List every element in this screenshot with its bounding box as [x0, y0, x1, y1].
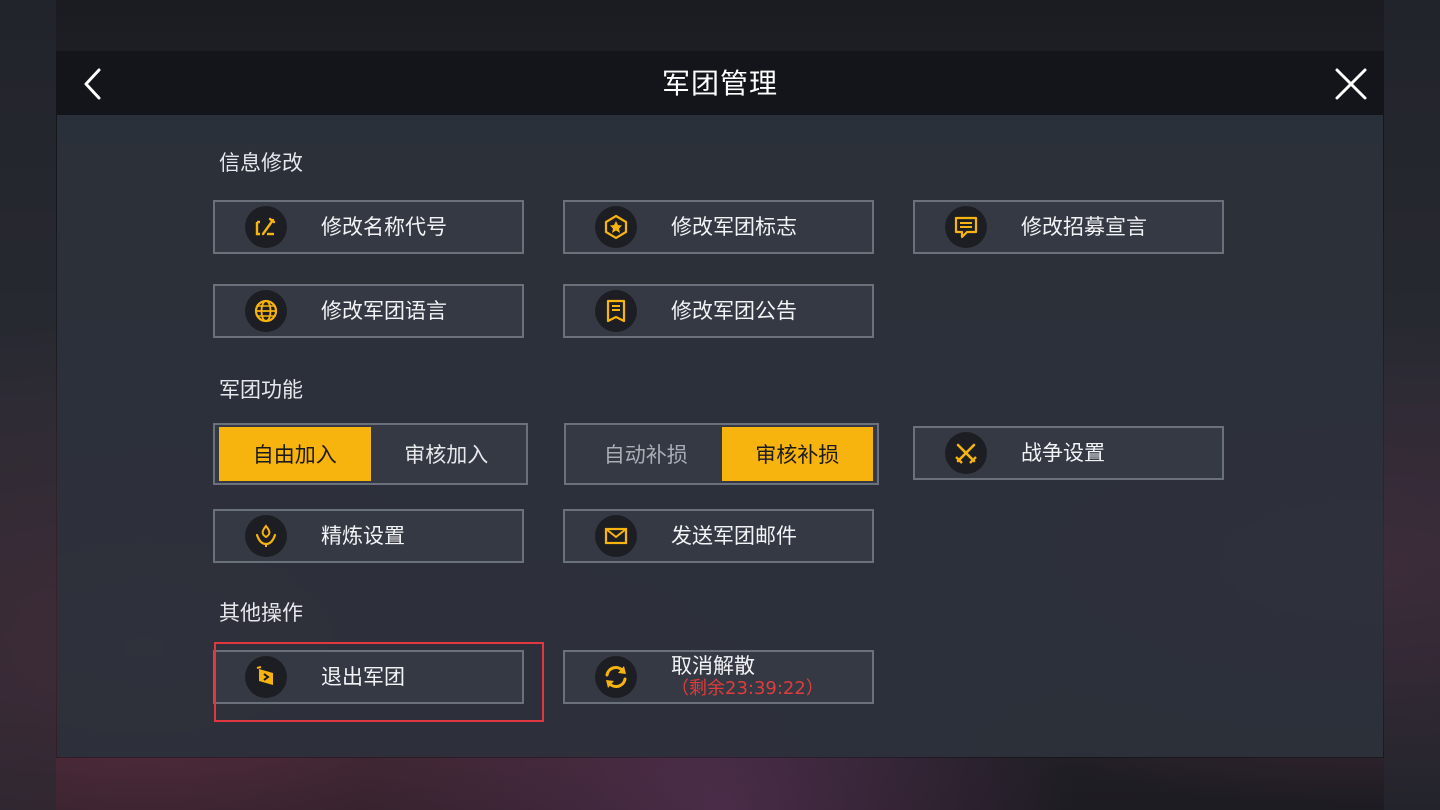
- refine-flame-icon: [245, 515, 287, 557]
- emblem-label: 修改军团标志: [671, 215, 797, 239]
- page-title: 军团管理: [661, 67, 778, 100]
- repair-auto-option[interactable]: 自动补损: [570, 427, 722, 481]
- background-right: [1384, 0, 1440, 810]
- section-label-other: 其他操作: [219, 601, 303, 625]
- repair-mode-toggle: 自动补损 审核补损: [564, 423, 879, 485]
- recruit-button[interactable]: 修改招募宣言: [913, 200, 1224, 254]
- section-label-info: 信息修改: [219, 151, 303, 175]
- refine-settings-button[interactable]: 精炼设置: [213, 509, 524, 563]
- globe-icon: [245, 290, 287, 332]
- war-settings-label: 战争设置: [1021, 441, 1105, 465]
- refresh-icon: [595, 656, 637, 698]
- section-label-functions: 军团功能: [219, 378, 303, 402]
- recruit-label: 修改招募宣言: [1021, 215, 1147, 239]
- notice-label: 修改军团公告: [671, 299, 797, 323]
- join-mode-toggle: 自由加入 审核加入: [213, 423, 528, 485]
- send-mail-label: 发送军团邮件: [671, 524, 797, 548]
- edit-icon: [245, 206, 287, 248]
- notice-board-icon: [595, 290, 637, 332]
- notice-button[interactable]: 修改军团公告: [563, 284, 874, 338]
- join-review-option[interactable]: 审核加入: [371, 427, 523, 481]
- close-button[interactable]: [1333, 66, 1369, 102]
- message-icon: [945, 206, 987, 248]
- cancel-disband-button[interactable]: 取消解散 （剩余23:39:22）: [563, 650, 874, 704]
- cancel-disband-label: 取消解散: [671, 654, 755, 678]
- rename-label: 修改名称代号: [321, 215, 447, 239]
- join-free-option[interactable]: 自由加入: [219, 427, 371, 481]
- close-icon: [1335, 68, 1367, 100]
- crossed-swords-icon: [945, 432, 987, 474]
- repair-review-option[interactable]: 审核补损: [721, 427, 873, 481]
- cancel-disband-text: 取消解散 （剩余23:39:22）: [671, 654, 824, 700]
- guild-management-panel: 军团管理 信息修改 修改名称代号 修改军团标志 修改招募宣言 修改军团语言 修改…: [57, 52, 1383, 757]
- emblem-icon: [595, 206, 637, 248]
- send-mail-button[interactable]: 发送军团邮件: [563, 509, 874, 563]
- mail-icon: [595, 515, 637, 557]
- language-button[interactable]: 修改军团语言: [213, 284, 524, 338]
- panel-header: 军团管理: [57, 52, 1383, 115]
- rename-button[interactable]: 修改名称代号: [213, 200, 524, 254]
- cancel-disband-timer: （剩余23:39:22）: [671, 678, 824, 699]
- emblem-button[interactable]: 修改军团标志: [563, 200, 874, 254]
- background-left: [0, 0, 56, 810]
- exit-icon: [245, 656, 287, 698]
- war-settings-button[interactable]: 战争设置: [913, 426, 1224, 480]
- leave-guild-label: 退出军团: [321, 665, 405, 689]
- language-label: 修改军团语言: [321, 299, 447, 323]
- leave-guild-button[interactable]: 退出军团: [213, 650, 524, 704]
- refine-settings-label: 精炼设置: [321, 524, 405, 548]
